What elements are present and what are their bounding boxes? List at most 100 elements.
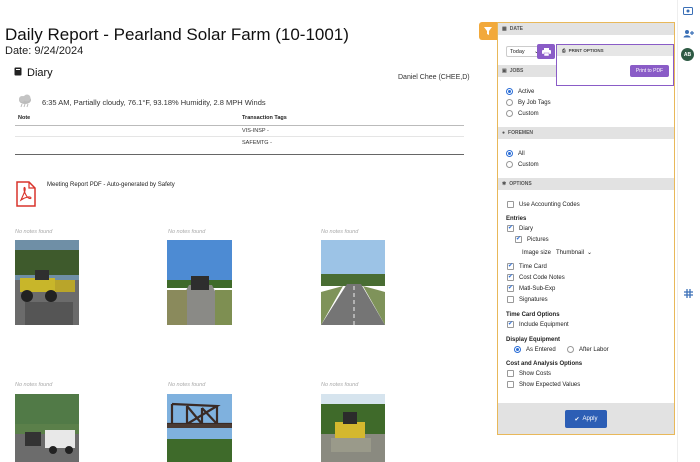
foremen-section-header: ● FOREMEN [498,127,674,139]
no-notes-text: No notes found [15,229,53,235]
radio-button[interactable] [506,150,513,157]
diary-checkbox[interactable]: Diary [507,224,533,232]
filter-toggle-button[interactable] [479,22,497,40]
cost-code-notes-checkbox[interactable]: Cost Code Notes [507,273,565,281]
diary-photo-thumbnail[interactable] [15,240,79,325]
checkbox[interactable] [507,296,514,303]
apply-button[interactable]: ✔ Apply [565,410,607,428]
diary-photo-thumbnail[interactable] [321,394,385,462]
no-notes-text: No notes found [15,382,53,388]
cost-analysis-label: Cost and Analysis Options [506,361,583,367]
table-cell: SAFEMTG - [242,139,272,146]
time-card-options-label: Time Card Options [506,312,560,318]
page-title: Daily Report - Pearland Solar Farm (10-1… [5,25,349,44]
printer-icon [541,43,551,61]
report-date: Date: 9/24/2024 [5,45,84,57]
jobs-custom-radio[interactable]: Custom [506,110,539,117]
diary-photo-thumbnail[interactable] [167,394,232,462]
print-options-popover: ⎙ PRINT OPTIONS Print to PDF [556,44,674,86]
jobs-by-tags-radio[interactable]: By Job Tags [506,99,551,106]
options-section: ✱ OPTIONS [498,178,674,190]
weather-text: 6:35 AM, Partially cloudy, 76.1°F, 93.18… [42,97,266,107]
time-card-checkbox[interactable]: Time Card [507,262,547,270]
checkbox[interactable] [507,273,514,281]
print-to-pdf-button[interactable]: Print to PDF [630,65,669,77]
book-icon [14,67,22,79]
checkbox[interactable] [507,370,514,377]
weather-row: 6:35 AM, Partially cloudy, 76.1°F, 93.18… [17,94,266,110]
cloud-rain-icon [17,94,34,110]
foremen-all-radio[interactable]: All [506,150,525,157]
pictures-checkbox[interactable]: Pictures [515,235,549,243]
author-name: Daniel Chee (CHEE,D) [398,74,470,81]
meeting-report-pdf-link[interactable]: Meeting Report PDF - Auto-generated by S… [15,181,175,209]
as-entered-radio[interactable]: As Entered [514,346,556,353]
checkbox[interactable] [507,201,514,208]
table-row: SAFEMTG - [15,137,464,148]
image-size-row: Image size Thumbnail ⌄ [522,249,593,257]
date-section-header: ▦ DATE [498,23,674,35]
include-equipment-checkbox[interactable]: Include Equipment [507,320,569,328]
radio-button[interactable] [506,161,513,168]
gear-icon: ✱ [502,181,507,187]
print-options-header: ⎙ PRINT OPTIONS [557,45,673,56]
checkbox[interactable] [515,235,522,243]
show-costs-checkbox[interactable]: Show Costs [507,370,551,377]
diary-photo-thumbnail[interactable] [15,394,79,462]
checkbox[interactable] [507,284,514,292]
funnel-icon [484,22,492,40]
diary-photo-thumbnail[interactable] [321,240,385,325]
radio-button[interactable] [567,346,574,353]
radio-button[interactable] [506,99,513,106]
date-section: ▦ DATE [498,23,674,35]
chevron-down-icon: ⌄ [587,250,593,256]
checkbox[interactable] [507,381,514,388]
diary-section-title: Diary [14,67,53,79]
no-notes-text: No notes found [321,229,359,235]
foremen-section: ● FOREMEN [498,127,674,139]
pdf-file-icon[interactable] [15,181,37,209]
jobs-active-radio[interactable]: Active [506,88,534,95]
notes-table: Note Transaction Tags VIS-INSP - SAFEMTG… [15,114,464,155]
column-header-note: Note [18,115,31,121]
briefcase-icon: ▣ [502,68,507,74]
radio-button[interactable] [506,110,513,117]
add-user-icon[interactable] [683,29,694,40]
avatar[interactable]: AB [681,48,694,61]
no-notes-text: No notes found [168,229,206,235]
matl-sub-exp-checkbox[interactable]: Matl-Sub-Exp [507,284,555,292]
column-header-transaction-tags: Transaction Tags [242,115,287,121]
table-header: Note Transaction Tags [15,114,464,126]
divider [15,154,464,155]
image-size-select[interactable]: Thumbnail ⌄ [556,249,593,257]
printer-icon: ⎙ [562,48,566,53]
radio-button[interactable] [506,88,513,95]
filter-panel-footer: ✔ Apply [498,403,674,434]
right-sidebar [677,0,700,462]
image-size-label: Image size [522,249,552,256]
table-row: VIS-INSP - [15,126,464,137]
diary-photo-thumbnail[interactable] [167,240,232,325]
check-icon: ✔ [574,416,580,423]
checkbox[interactable] [507,224,514,232]
use-accounting-codes-checkbox[interactable]: Use Accounting Codes [507,201,580,208]
radio-button[interactable] [514,346,521,353]
diary-label: Diary [27,67,53,79]
folder-user-icon[interactable] [683,6,693,17]
options-section-header: ✱ OPTIONS [498,178,674,190]
calendar-icon: ▦ [502,26,507,32]
foremen-custom-radio[interactable]: Custom [506,161,539,168]
pdf-label[interactable]: Meeting Report PDF - Auto-generated by S… [47,182,175,188]
checkbox[interactable] [507,262,514,270]
after-labor-radio[interactable]: After Labor [567,346,609,353]
display-equipment-label: Display Equipment [506,337,561,343]
checkbox[interactable] [507,320,514,328]
entries-label: Entries [506,216,527,222]
user-icon: ● [502,130,506,136]
show-expected-values-checkbox[interactable]: Show Expected Values [507,381,580,388]
signatures-checkbox[interactable]: Signatures [507,296,548,303]
slack-icon[interactable] [684,289,693,300]
no-notes-text: No notes found [168,382,206,388]
print-button[interactable] [537,44,555,59]
table-cell: VIS-INSP - [242,128,269,134]
